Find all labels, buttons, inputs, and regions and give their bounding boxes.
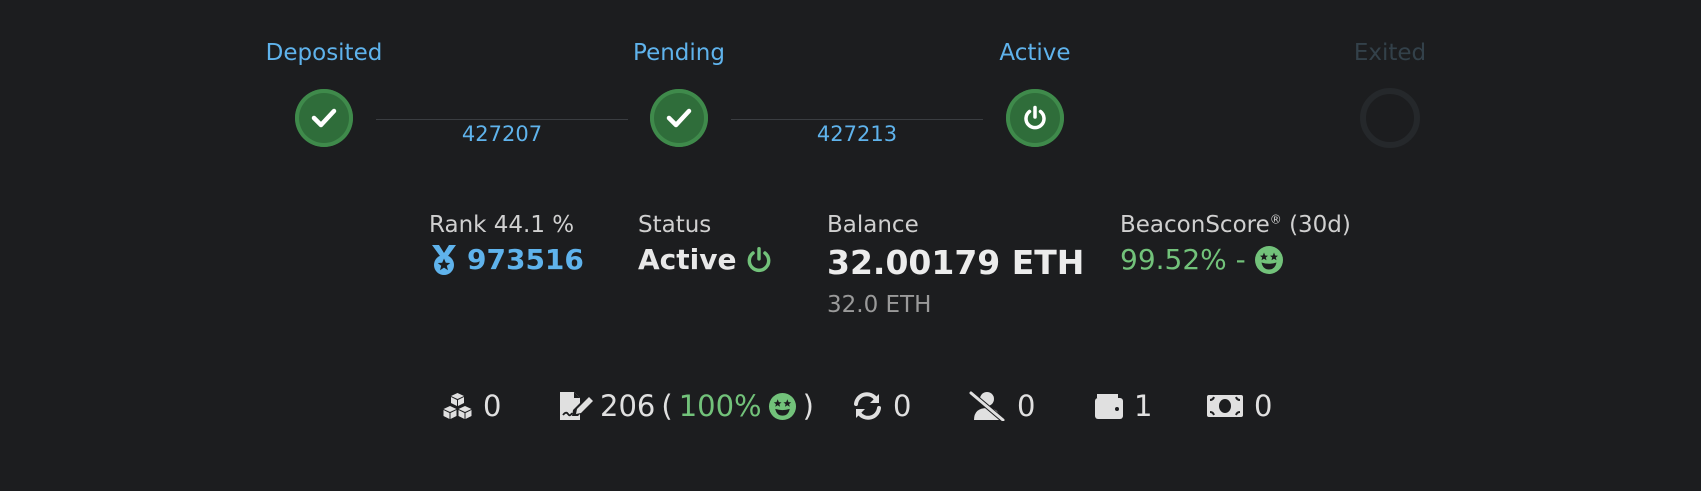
step-label-pending: Pending [633,40,725,66]
step-exited-empty-circle-icon [1360,88,1420,148]
beaconscore-label-text: BeaconScore [1120,212,1270,238]
power-icon [745,246,773,274]
balance-value: 32.00179 ETH [827,243,1085,282]
grin-stars-icon [1254,245,1284,275]
step-label-deposited: Deposited [265,40,383,66]
proposed-blocks-counter[interactable]: 0 [442,389,501,423]
deposits-count: 1 [1134,389,1153,423]
slashings-counter[interactable]: 0 [968,389,1035,423]
step-pending-check-icon [650,89,708,147]
timeline-connector [731,119,983,120]
timeline-connector [376,119,628,120]
step-label-exited: Exited [1353,40,1427,66]
status-text: Active [638,243,737,276]
deposits-counter[interactable]: 1 [1094,389,1152,423]
file-signature-icon [558,391,594,421]
slashings-count: 0 [1017,389,1036,423]
attestations-percent: 100% [678,389,762,423]
attestations-close-paren: ) [802,389,814,423]
deposited-epoch-link[interactable]: 427207 [462,122,542,146]
validator-index: 973516 [467,243,584,276]
attestations-counter[interactable]: 206(100% ) [558,389,814,423]
step-label-active: Active [999,40,1071,66]
grin-stars-icon [768,392,797,421]
sync-committee-counter[interactable]: 0 [852,389,911,423]
rank-label: Rank 44.1 % [429,212,575,238]
attestations-open-paren: ( [661,389,673,423]
sync-icon [852,391,883,421]
rank-value[interactable]: 973516 [429,243,584,276]
cubes-icon [442,392,473,420]
sync-committee-count: 0 [893,389,912,423]
beaconscore-value: 99.52% - [1120,243,1284,276]
status-label: Status [638,212,712,238]
beaconscore-label: BeaconScore® (30d) [1120,212,1351,238]
beaconscore-percent: 99.52% - [1120,243,1246,276]
withdrawals-counter[interactable]: 0 [1206,389,1272,423]
status-value: Active [638,243,773,276]
pending-epoch-link[interactable]: 427213 [817,122,897,146]
step-active-power-icon [1006,89,1064,147]
user-slash-icon [968,391,1007,421]
wallet-icon [1094,392,1124,420]
effective-balance: 32.0 ETH [827,292,932,318]
money-bill-icon [1206,393,1244,419]
balance-label: Balance [827,212,919,238]
registered-mark: ® [1269,212,1282,227]
step-deposited-check-icon [295,89,353,147]
proposed-blocks-count: 0 [483,389,502,423]
medal-icon [429,244,459,276]
withdrawals-count: 0 [1254,389,1273,423]
beaconscore-period: (30d) [1289,212,1351,238]
attestations-count: 206 [600,389,656,423]
